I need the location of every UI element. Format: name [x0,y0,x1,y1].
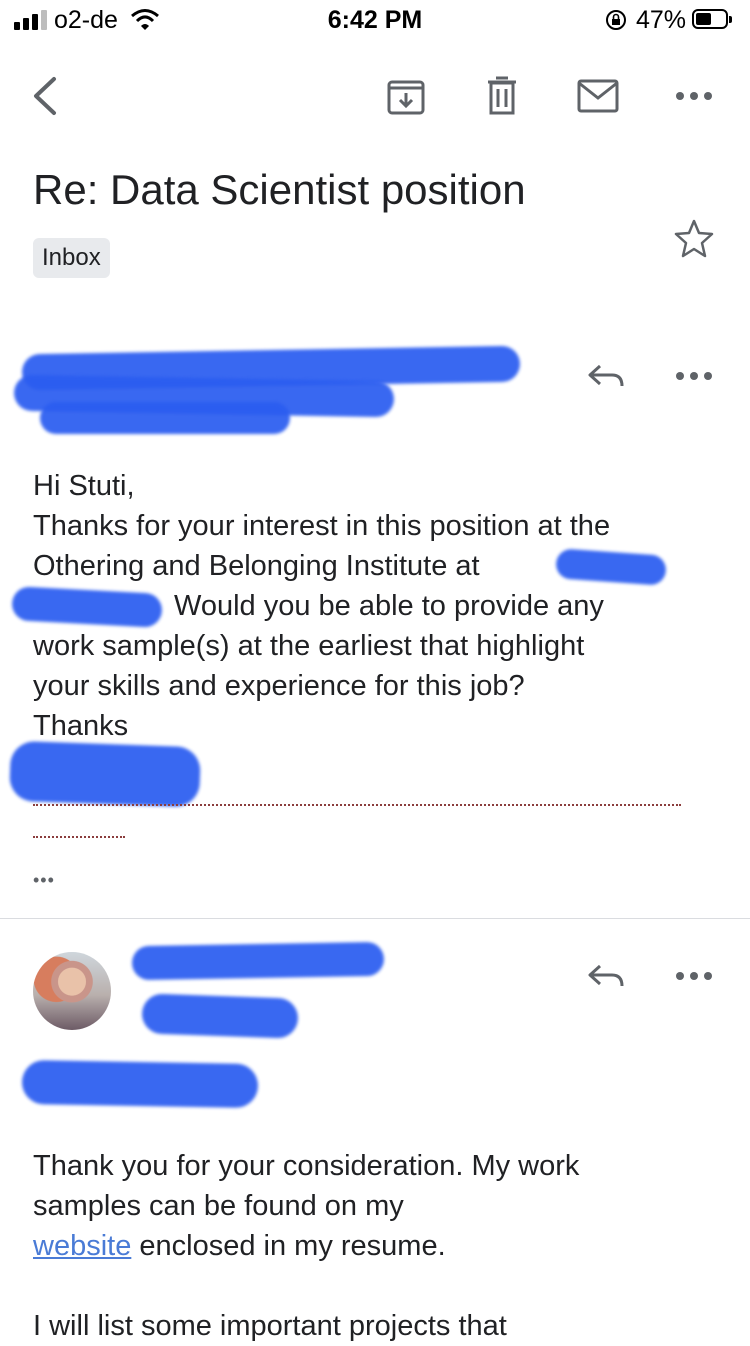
message-line-rest: enclosed in my resume. [131,1230,446,1262]
star-icon[interactable] [674,218,714,258]
reply-icon[interactable] [586,362,626,390]
message-line: website enclosed in my resume. [33,1226,446,1266]
trash-icon[interactable] [484,74,520,116]
message-greeting: Hi Stuti, [33,470,135,502]
rotation-lock-icon [606,10,626,30]
message-divider [0,918,750,919]
more-icon[interactable] [674,90,714,102]
redacted-date [40,402,290,434]
status-bar: o2-de 6:42 PM 47% [0,0,750,40]
mail-icon[interactable] [576,78,620,114]
website-link[interactable]: website [33,1230,131,1262]
redacted-sender [131,941,385,981]
signature-divider [33,804,681,806]
reply-icon[interactable] [586,962,626,990]
battery-icon [692,9,732,29]
show-trimmed-content-icon[interactable]: ••• [33,870,55,891]
redacted-date [21,1059,259,1109]
message-line: I will list some important projects that [33,1310,507,1342]
avatar[interactable] [33,952,111,1030]
message-more-icon[interactable] [674,370,714,382]
redacted-signature [9,740,201,808]
email-subject: Re: Data Scientist position [33,166,526,213]
battery-percent: 47% [636,6,687,34]
message-line: samples can be found on my [33,1190,404,1222]
message-more-icon[interactable] [674,970,714,982]
redacted-recipient [141,993,299,1039]
message-line: your skills and experience for this job? [33,670,525,702]
redacted-text [11,586,163,628]
back-arrow-icon[interactable] [30,76,60,116]
message-line: Thanks for your interest in this positio… [33,510,611,542]
message-line: Othering and Belonging Institute at [33,550,480,582]
message-line: Thanks [33,710,129,742]
redacted-text [555,548,667,586]
message-line: work sample(s) at the earliest that high… [33,630,585,662]
message-line: Thank you for your consideration. My wor… [33,1150,580,1182]
label-chip-inbox[interactable]: Inbox [33,238,110,278]
signature-divider [33,836,125,838]
archive-icon[interactable] [386,76,426,116]
message-line: Would you be able to provide any [174,590,604,622]
